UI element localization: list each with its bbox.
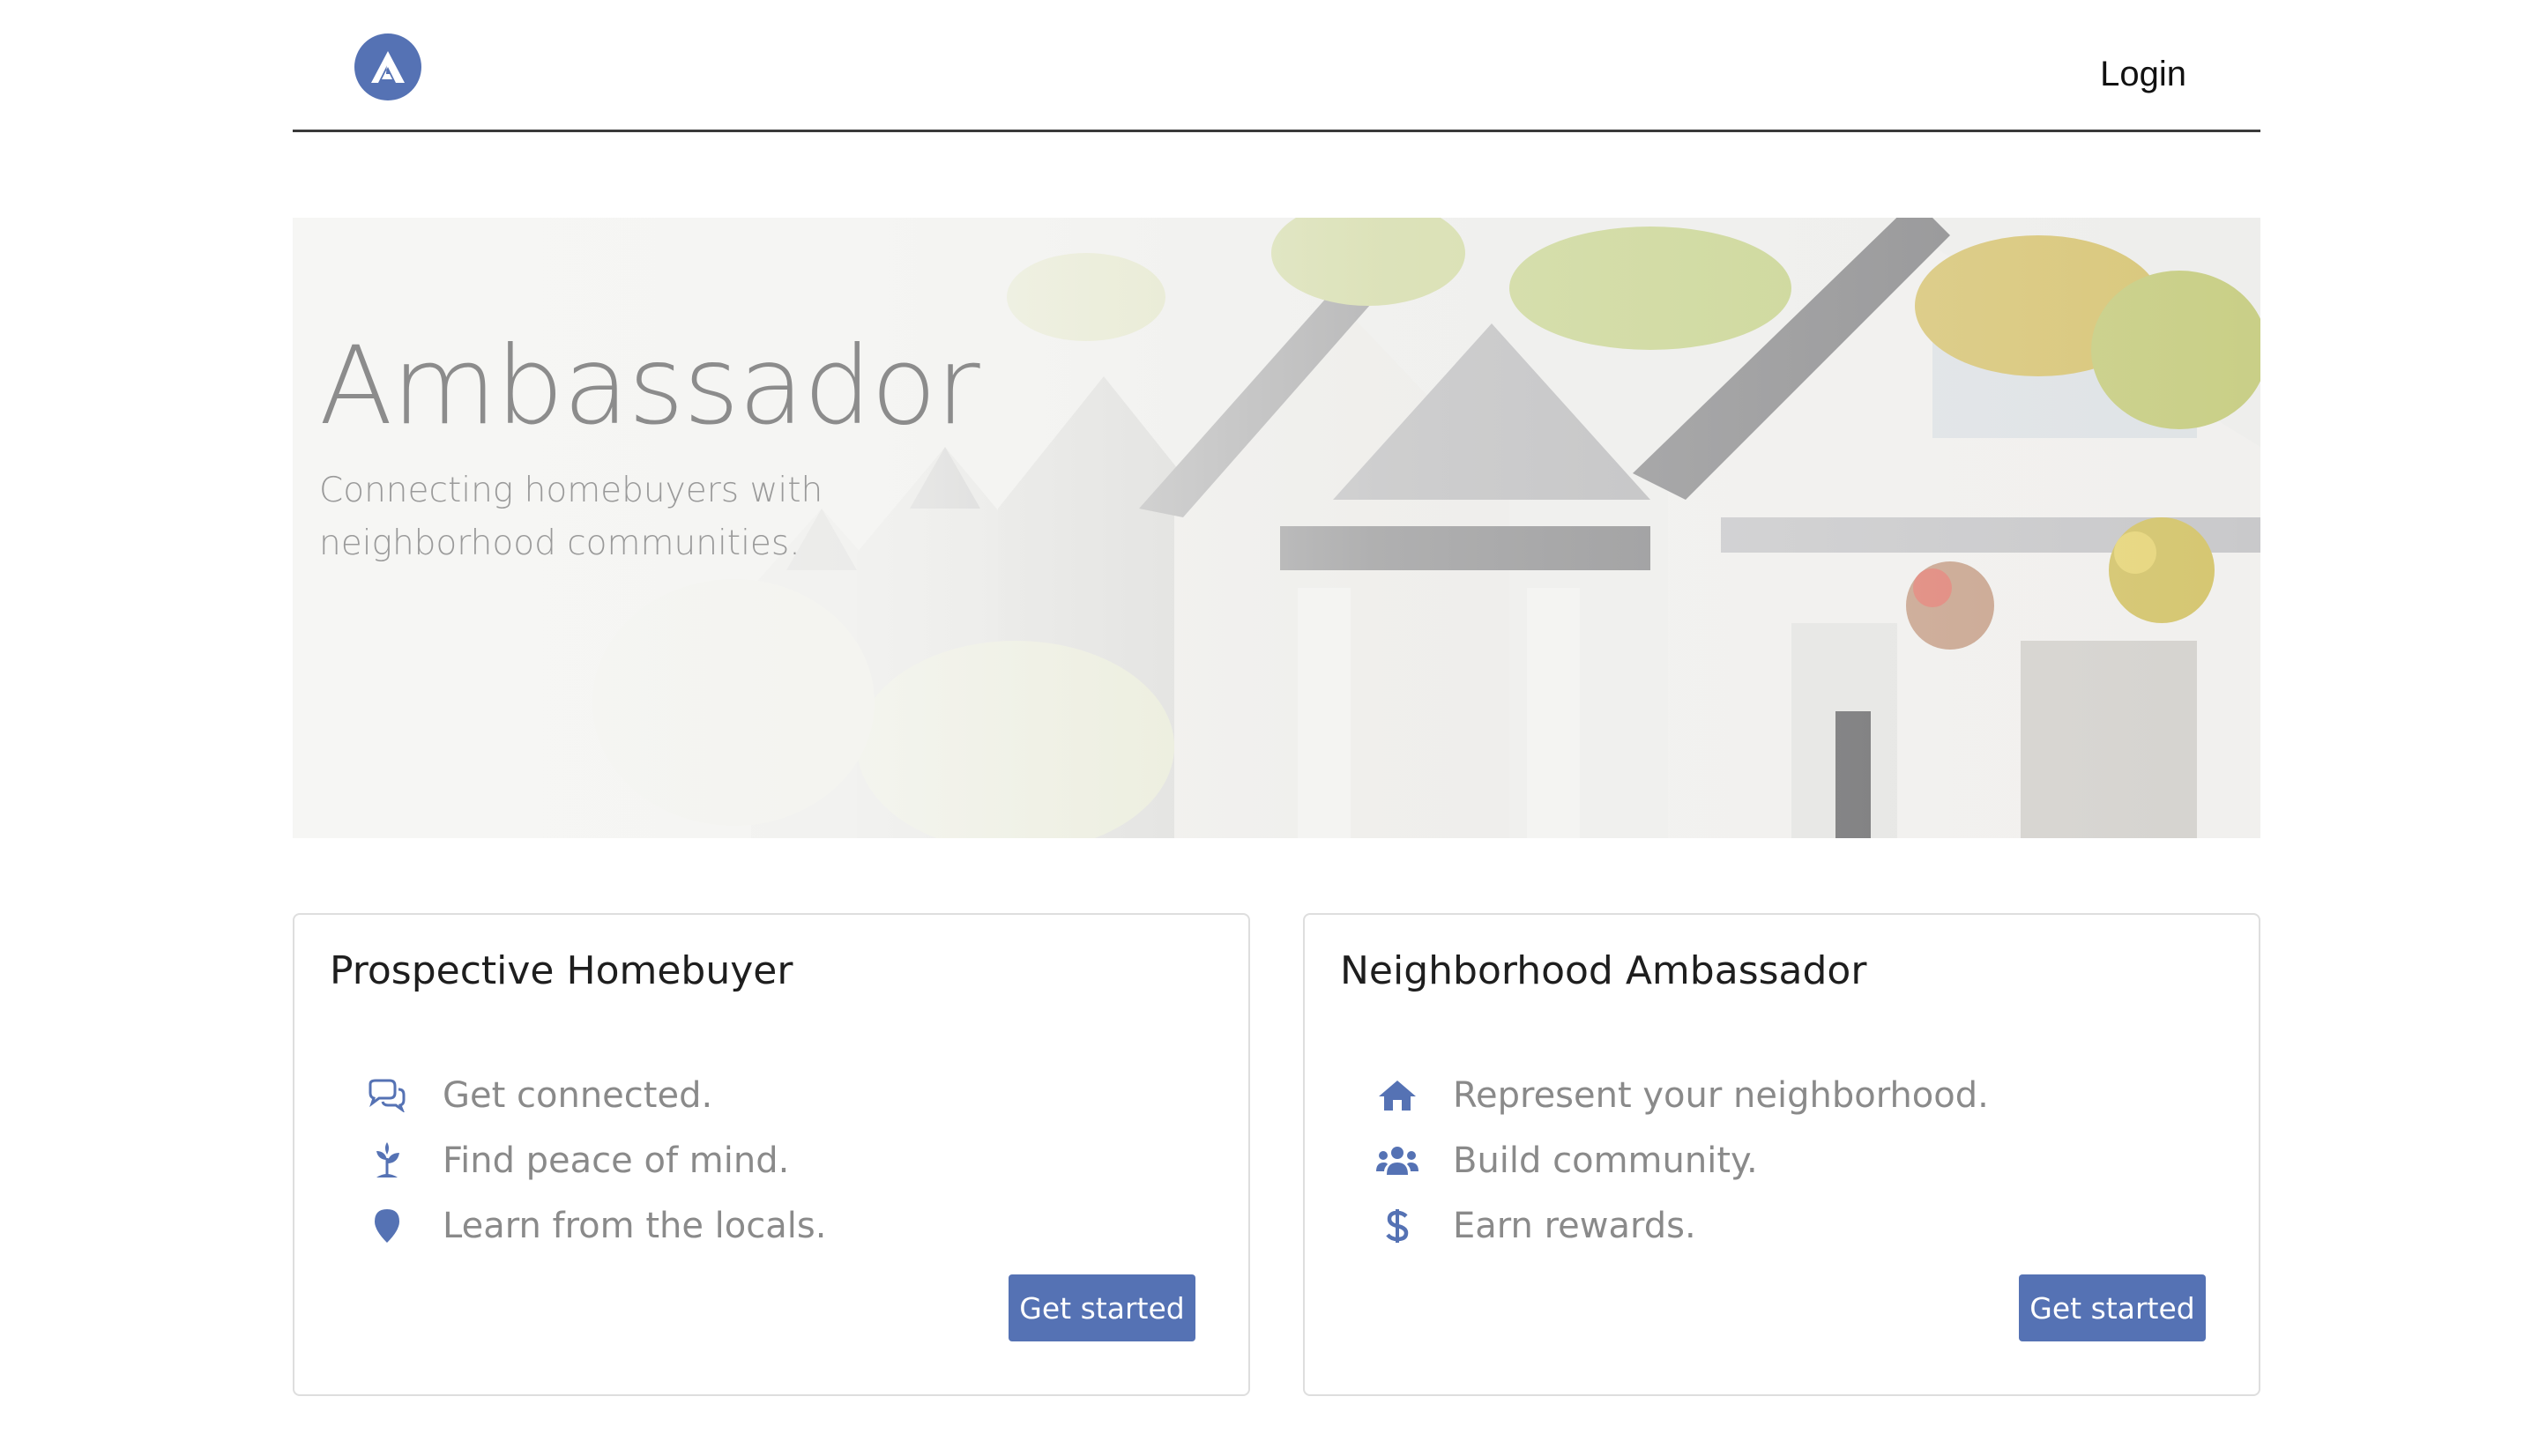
feature-text: Represent your neighborhood.: [1453, 1075, 1989, 1116]
feature-text: Learn from the locals.: [443, 1206, 827, 1246]
list-item: Represent your neighborhood.: [1375, 1063, 1989, 1128]
list-item: Find peace of mind.: [365, 1128, 826, 1193]
list-item: Learn from the locals.: [365, 1193, 826, 1259]
homebuyer-get-started-button[interactable]: Get started: [1009, 1274, 1195, 1341]
list-item: Get connected.: [365, 1063, 826, 1128]
ambassador-get-started-button[interactable]: Get started: [2019, 1274, 2206, 1341]
list-item: Build community.: [1375, 1128, 1989, 1193]
card-title: Neighborhood Ambassador: [1340, 948, 1867, 993]
feature-text: Earn rewards.: [1453, 1206, 1696, 1246]
feature-list: Represent your neighborhood. Build commu…: [1375, 1063, 1989, 1259]
list-item: Earn rewards.: [1375, 1193, 1989, 1259]
map-marker-icon: [365, 1204, 409, 1248]
users-icon: [1375, 1139, 1419, 1183]
seedling-icon: [365, 1139, 409, 1183]
ambassador-logo-icon[interactable]: [354, 33, 421, 100]
page-container: Login Ambassador Connecting homebuyers w…: [293, 0, 2260, 1456]
top-navbar: Login: [293, 0, 2260, 132]
feature-text: Build community.: [1453, 1140, 1758, 1181]
home-icon: [1375, 1073, 1419, 1118]
feature-list: Get connected. Find peace of mind. Learn…: [365, 1063, 826, 1259]
hero-subtitle: Connecting homebuyers with neighborhood …: [319, 471, 823, 563]
prospective-homebuyer-card: Prospective Homebuyer Get connected. Fin…: [293, 913, 1250, 1396]
feature-text: Get connected.: [443, 1075, 713, 1116]
card-title: Prospective Homebuyer: [330, 948, 793, 993]
login-link[interactable]: Login: [2100, 55, 2186, 94]
feature-text: Find peace of mind.: [443, 1140, 790, 1181]
dollar-icon: [1375, 1204, 1419, 1248]
hero-banner: Ambassador Connecting homebuyers with ne…: [293, 218, 2260, 838]
neighborhood-ambassador-card: Neighborhood Ambassador Represent your n…: [1303, 913, 2260, 1396]
chat-bubbles-icon: [365, 1073, 409, 1118]
hero-title: Ambassador: [319, 323, 980, 449]
